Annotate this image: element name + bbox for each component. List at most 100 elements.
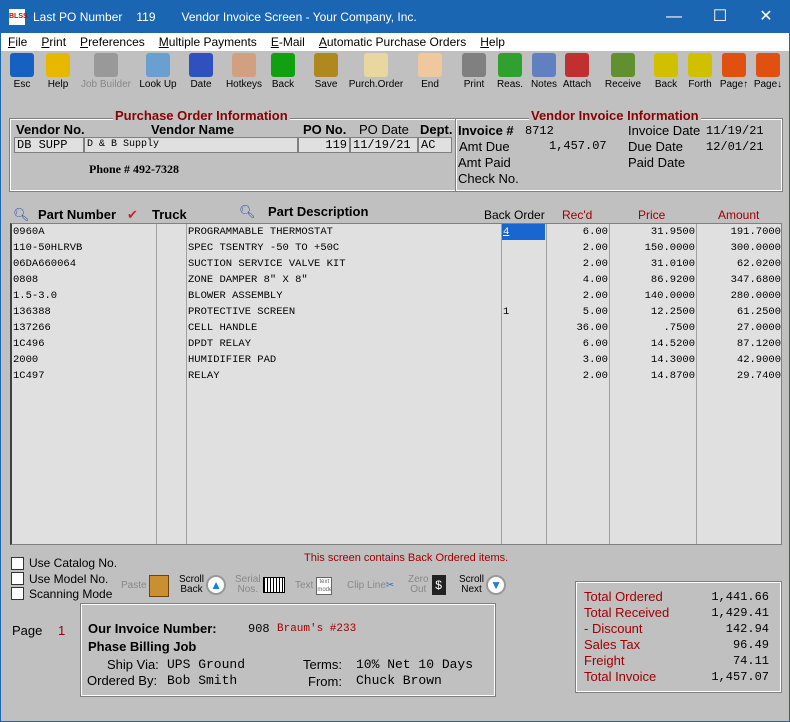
toolbar-page-button[interactable]: Page↓	[749, 51, 787, 93]
toolbar-receive-button[interactable]: Receive	[599, 51, 647, 93]
menu-preferences[interactable]: Preferences	[73, 33, 152, 51]
truck-check-icon[interactable]: ✔	[127, 207, 138, 223]
vendor-no-field[interactable]: DB SUPP	[14, 137, 84, 153]
header-truck[interactable]: Truck	[152, 207, 187, 222]
toolbar-reas-button[interactable]: Reas.	[492, 51, 528, 93]
line-items-grid[interactable]: 0960A PROGRAMMABLE THERMOSTAT 4 6.00 31.9500…	[10, 223, 782, 545]
cell-desc[interactable]: DPDT RELAY	[188, 336, 251, 352]
cell-part[interactable]: 1.5-3.0	[13, 288, 57, 304]
menu-multiple-payments[interactable]: Multiple Payments	[152, 33, 264, 51]
table-row[interactable]: 1C496 DPDT RELAY 6.00 14.5200 87.1200	[12, 336, 782, 352]
cell-desc[interactable]: SPEC TSENTRY -50 TO +50C	[188, 240, 339, 256]
cell-part[interactable]: 1C496	[13, 336, 45, 352]
due-date-value[interactable]: 12/01/21	[706, 140, 764, 154]
cell-recd[interactable]: 5.00	[583, 304, 608, 320]
toolbar-help-button[interactable]: Help	[41, 51, 75, 93]
toolbar-date-button[interactable]: Date	[184, 51, 218, 93]
cell-desc[interactable]: CELL HANDLE	[188, 320, 257, 336]
cell-price[interactable]: 86.9200	[651, 272, 695, 288]
maximize-button[interactable]: ☐	[697, 1, 743, 33]
cell-price[interactable]: 14.3000	[651, 352, 695, 368]
cell-recd[interactable]: 3.00	[583, 352, 608, 368]
close-button[interactable]: ✕	[743, 1, 789, 33]
minimize-button[interactable]: —	[651, 1, 697, 33]
cell-recd[interactable]: 2.00	[583, 256, 608, 272]
table-row[interactable]: 2000 HUMIDIFIER PAD 3.00 14.3000 42.9000	[12, 352, 782, 368]
text-mode-button[interactable]: Text text mode	[295, 577, 332, 595]
cell-amount[interactable]: 191.7000	[731, 224, 781, 240]
invoice-no-value[interactable]: 8712	[525, 124, 554, 138]
amt-due-value[interactable]: 1,457.07	[549, 139, 607, 153]
cell-bo[interactable]: 4	[502, 224, 545, 240]
cell-amount[interactable]: 61.2500	[737, 304, 781, 320]
toolbar-page-button[interactable]: Page↑	[715, 51, 753, 93]
description-search-icon[interactable]: 🔍︎	[239, 204, 256, 220]
cell-recd[interactable]: 2.00	[583, 288, 608, 304]
cell-part[interactable]: 1C497	[13, 368, 45, 384]
menu-email[interactable]: E-Mail	[264, 33, 312, 51]
scroll-next-button[interactable]: Scroll Next ▼	[459, 575, 507, 595]
paste-button[interactable]: Paste	[121, 575, 169, 597]
toolbar-esc-button[interactable]: Esc	[5, 51, 39, 93]
zero-out-button[interactable]: Zero Out $	[408, 575, 446, 595]
cell-desc[interactable]: PROTECTIVE SCREEN	[188, 304, 295, 320]
scroll-back-button[interactable]: Scroll Back ▲	[179, 575, 227, 595]
po-no-field[interactable]: 119	[298, 137, 350, 153]
toolbar-hotkeys-button[interactable]: Hotkeys	[221, 51, 267, 93]
toolbar-print-button[interactable]: Print	[457, 51, 491, 93]
clip-line-button[interactable]: Clip Line✂	[347, 581, 394, 591]
toolbar-back-button[interactable]: Back	[266, 51, 300, 93]
cell-amount[interactable]: 62.0200	[737, 256, 781, 272]
table-row[interactable]: 136388 PROTECTIVE SCREEN 1 5.00 12.2500 61.25…	[12, 304, 782, 320]
toolbar-back-button[interactable]: Back	[649, 51, 683, 93]
table-row[interactable]: 110-50HLRVB SPEC TSENTRY -50 TO +50C 2.00 1…	[12, 240, 782, 256]
cell-recd[interactable]: 6.00	[583, 224, 608, 240]
cell-price[interactable]: 31.9500	[651, 224, 695, 240]
cell-desc[interactable]: ZONE DAMPER 8" X 8"	[188, 272, 308, 288]
cell-amount[interactable]: 300.0000	[731, 240, 781, 256]
cell-desc[interactable]: BLOWER ASSEMBLY	[188, 288, 283, 304]
part-search-icon[interactable]: 🔍︎	[13, 207, 30, 223]
menu-help[interactable]: Help	[473, 33, 512, 51]
toolbar-notes-button[interactable]: Notes	[527, 51, 561, 93]
cell-part[interactable]: 137266	[13, 320, 51, 336]
cell-desc[interactable]: HUMIDIFIER PAD	[188, 352, 276, 368]
dept-field[interactable]: AC	[418, 137, 452, 153]
cell-recd[interactable]: 2.00	[583, 368, 608, 384]
table-row[interactable]: 1C497 RELAY 2.00 14.8700 29.7400	[12, 368, 782, 384]
table-row[interactable]: 0960A PROGRAMMABLE THERMOSTAT 4 6.00 31.9500…	[12, 224, 782, 240]
cell-price[interactable]: 140.0000	[645, 288, 695, 304]
scanning-mode-checkbox[interactable]	[11, 587, 24, 600]
menu-print[interactable]: Print	[34, 33, 73, 51]
cell-part[interactable]: 0808	[13, 272, 38, 288]
cell-recd[interactable]: 36.00	[576, 320, 608, 336]
use-model-checkbox[interactable]	[11, 572, 24, 585]
cell-part[interactable]: 110-50HLRVB	[13, 240, 82, 256]
cell-price[interactable]: 14.5200	[651, 336, 695, 352]
cell-part[interactable]: 0960A	[13, 224, 45, 240]
cell-amount[interactable]: 280.0000	[731, 288, 781, 304]
toolbar-end-button[interactable]: End	[413, 51, 447, 93]
cell-amount[interactable]: 29.7400	[737, 368, 781, 384]
cell-price[interactable]: 31.0100	[651, 256, 695, 272]
po-date-field[interactable]: 11/19/21	[350, 137, 418, 153]
cell-price[interactable]: 150.0000	[645, 240, 695, 256]
table-row[interactable]: 0808 ZONE DAMPER 8" X 8" 4.00 86.9200 347.68…	[12, 272, 782, 288]
cell-desc[interactable]: RELAY	[188, 368, 220, 384]
header-part-number[interactable]: Part Number	[38, 207, 116, 222]
menu-file[interactable]: File	[1, 33, 34, 51]
cell-amount[interactable]: 347.6800	[731, 272, 781, 288]
use-catalog-checkbox[interactable]	[11, 557, 24, 570]
table-row[interactable]: 06DA660064 SUCTION SERVICE VALVE KIT 2.00 3…	[12, 256, 782, 272]
toolbar-save-button[interactable]: Save	[309, 51, 343, 93]
cell-price[interactable]: .7500	[663, 320, 695, 336]
table-row[interactable]: 1.5-3.0 BLOWER ASSEMBLY 2.00 140.0000 280.00…	[12, 288, 782, 304]
cell-amount[interactable]: 42.9000	[737, 352, 781, 368]
cell-recd[interactable]: 2.00	[583, 240, 608, 256]
table-row[interactable]: 137266 CELL HANDLE 36.00 .7500 27.0000	[12, 320, 782, 336]
toolbar-look-up-button[interactable]: Look Up	[136, 51, 180, 93]
cell-desc[interactable]: PROGRAMMABLE THERMOSTAT	[188, 224, 333, 240]
toolbar-forth-button[interactable]: Forth	[683, 51, 717, 93]
cell-recd[interactable]: 6.00	[583, 336, 608, 352]
cell-recd[interactable]: 4.00	[583, 272, 608, 288]
